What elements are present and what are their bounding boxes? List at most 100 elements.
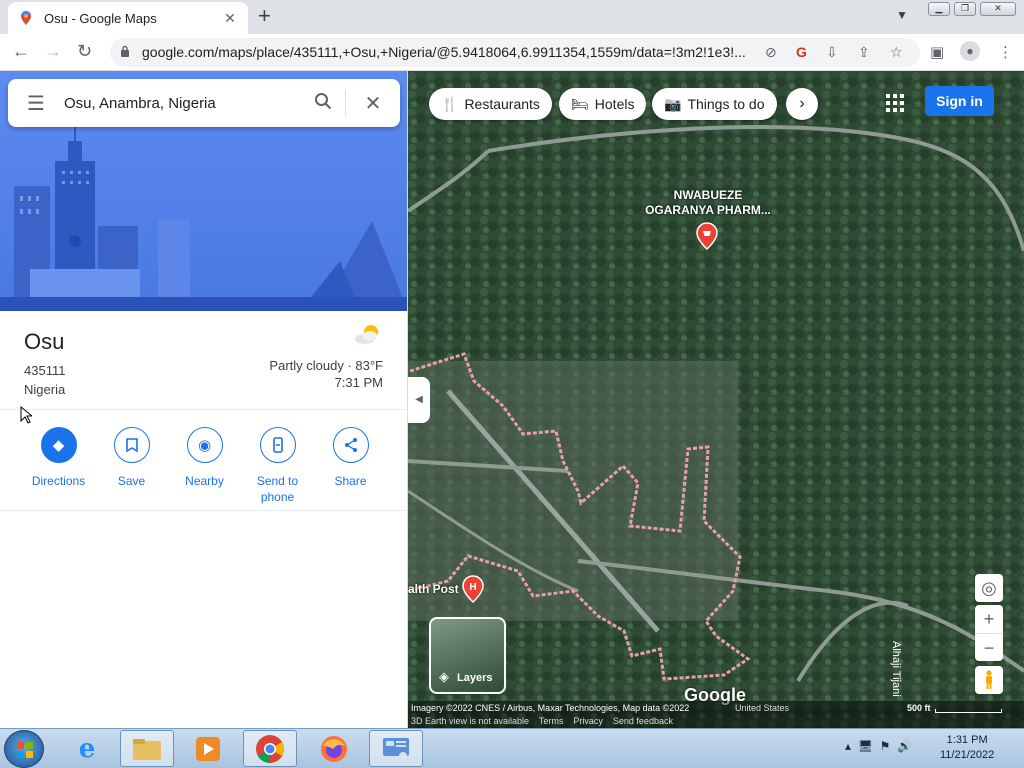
- save-label: Save: [117, 474, 146, 488]
- start-button[interactable]: [4, 730, 44, 768]
- satellite-map[interactable]: 🍴 Restaurants 🛏 Hotels 📷 Things to do › …: [408, 71, 1024, 728]
- layers-button[interactable]: ◈ Layers: [429, 617, 506, 694]
- send-to-phone-label: Send to phone: [256, 474, 299, 504]
- browser-tab-strip: Osu - Google Maps ✕ + ▼ ▁ ❐ ✕: [0, 0, 1024, 34]
- clear-search-icon[interactable]: ✕: [346, 91, 400, 116]
- mouse-cursor-icon: [20, 406, 32, 424]
- blocked-icon[interactable]: ⊘: [765, 44, 777, 61]
- chrome-icon[interactable]: [243, 730, 297, 767]
- clock-time: 1:31 PM: [946, 734, 988, 746]
- weather-condition: Partly cloudy · 83°F: [269, 358, 383, 373]
- collapse-panel-button[interactable]: ◀: [408, 377, 430, 423]
- weather-info: Partly cloudy · 83°F 7:31 PM: [269, 323, 383, 391]
- chrome-menu-icon[interactable]: ⋮: [998, 43, 1013, 61]
- tray-icons[interactable]: ▴ 🖥 ⚑ 🔊: [845, 739, 912, 753]
- send-to-phone-button[interactable]: Send to phone: [241, 427, 314, 505]
- windows-taskbar: e ▴ 🖥 ⚑ 🔊 1:31 PM 11/21/2022: [0, 728, 1024, 768]
- google-translate-icon[interactable]: G: [796, 44, 807, 60]
- layers-label: Layers: [457, 672, 493, 684]
- maximize-button[interactable]: ❐: [954, 2, 976, 16]
- hospital-pin-icon[interactable]: H: [462, 575, 484, 603]
- back-arrow-icon[interactable]: ←: [12, 42, 30, 60]
- side-panel-icon[interactable]: ▣: [930, 43, 944, 61]
- svg-text:H: H: [469, 582, 476, 593]
- road-label: Alhaji Tijani: [890, 641, 902, 697]
- tab-title: Osu - Google Maps: [44, 10, 157, 26]
- clock-date: 11/21/2022: [940, 749, 995, 761]
- chips-next-chevron-icon[interactable]: ›: [786, 88, 818, 120]
- browser-tab[interactable]: Osu - Google Maps ✕: [8, 2, 248, 34]
- bookmark-icon: [113, 427, 150, 463]
- fork-knife-icon: 🍴: [441, 95, 459, 112]
- restaurants-chip[interactable]: 🍴 Restaurants: [429, 88, 552, 120]
- scale-label[interactable]: 500 ft: [907, 703, 931, 713]
- zoom-in-button[interactable]: +: [975, 605, 1003, 633]
- things-to-do-chip[interactable]: 📷 Things to do: [652, 88, 777, 120]
- directions-button[interactable]: ◆ Directions: [22, 427, 95, 505]
- things-to-do-label: Things to do: [687, 96, 765, 112]
- layers-icon: ◈: [439, 669, 449, 684]
- share-icon: [332, 427, 369, 463]
- region-label[interactable]: United States: [735, 703, 789, 713]
- close-window-button[interactable]: ✕: [980, 2, 1016, 16]
- screen: Osu - Google Maps ✕ + ▼ ▁ ❐ ✕ ← → ↻ goog…: [0, 0, 1024, 768]
- internet-explorer-icon[interactable]: e: [60, 730, 114, 767]
- pegman-icon[interactable]: [975, 666, 1003, 694]
- reload-icon[interactable]: ↻: [77, 42, 92, 60]
- search-icon[interactable]: [301, 92, 345, 115]
- place-title: Osu: [24, 329, 65, 354]
- forward-arrow-icon[interactable]: →: [44, 42, 62, 60]
- firefox-icon[interactable]: [307, 730, 361, 767]
- profile-avatar-icon[interactable]: ●: [960, 41, 980, 61]
- place-postal-code: 435111: [24, 363, 66, 378]
- save-button[interactable]: Save: [95, 427, 168, 505]
- share-button[interactable]: Share: [314, 427, 387, 505]
- my-location-icon[interactable]: ◎: [975, 574, 1003, 602]
- health-post-label[interactable]: alth Post: [408, 582, 459, 596]
- nearby-label: Nearby: [185, 474, 224, 488]
- control-panel-icon[interactable]: [369, 730, 423, 767]
- divider: [0, 409, 407, 410]
- bookmark-star-icon[interactable]: ☆: [890, 44, 903, 61]
- google-maps-favicon-icon: [21, 11, 31, 25]
- system-clock[interactable]: 1:31 PM 11/21/2022: [940, 733, 994, 763]
- place-info: Osu 435111 Nigeria: [24, 329, 65, 399]
- scale-bar: [935, 709, 1002, 713]
- footer-links[interactable]: 3D Earth view is not available Terms Pri…: [411, 716, 673, 726]
- bed-icon: 🛏: [571, 95, 589, 112]
- zoom-controls: + −: [975, 605, 1003, 661]
- address-bar[interactable]: google.com/maps/place/435111,+Osu,+Niger…: [110, 38, 920, 67]
- weather-time: 7:31 PM: [334, 375, 383, 390]
- pharmacy-pin-label[interactable]: NWABUEZE OGARANYA PHARM...: [588, 188, 828, 218]
- minimize-button[interactable]: ▁: [928, 2, 950, 16]
- hamburger-menu-icon[interactable]: ☰: [8, 91, 64, 116]
- pharmacy-pin-icon[interactable]: [696, 222, 718, 250]
- browser-toolbar: ← → ↻ google.com/maps/place/435111,+Osu,…: [0, 34, 1024, 71]
- share-label: Share: [334, 474, 367, 488]
- new-tab-button[interactable]: +: [258, 5, 271, 27]
- nearby-icon: ◉: [186, 427, 223, 463]
- google-apps-icon[interactable]: [886, 94, 904, 117]
- share-page-icon[interactable]: ⇪: [858, 44, 870, 61]
- zoom-out-button[interactable]: −: [975, 633, 1003, 661]
- directions-icon: ◆: [40, 427, 77, 463]
- directions-label: Directions: [31, 474, 86, 488]
- divider: [0, 510, 407, 511]
- lock-icon: [121, 45, 129, 57]
- action-buttons: ◆ Directions Save ◉ Nearby Send to phone: [22, 427, 387, 505]
- search-box[interactable]: ☰ Osu, Anambra, Nigeria ✕: [8, 79, 400, 127]
- nearby-button[interactable]: ◉ Nearby: [168, 427, 241, 505]
- search-input[interactable]: Osu, Anambra, Nigeria: [64, 95, 301, 112]
- send-to-phone-icon: [259, 427, 296, 463]
- media-player-icon[interactable]: [181, 730, 235, 767]
- sign-in-button[interactable]: Sign in: [925, 86, 994, 116]
- tab-search-chevron-icon[interactable]: ▼: [896, 8, 908, 22]
- partly-cloudy-icon: [355, 325, 378, 344]
- camera-icon: 📷: [664, 95, 682, 112]
- place-panel: ☰ Osu, Anambra, Nigeria ✕ Osu 435111 Nig…: [0, 71, 408, 728]
- place-country: Nigeria: [24, 382, 66, 397]
- tab-close-icon[interactable]: ✕: [222, 10, 238, 27]
- file-explorer-icon[interactable]: [120, 730, 174, 767]
- install-icon[interactable]: ⇩: [826, 44, 838, 61]
- hotels-chip[interactable]: 🛏 Hotels: [559, 88, 647, 120]
